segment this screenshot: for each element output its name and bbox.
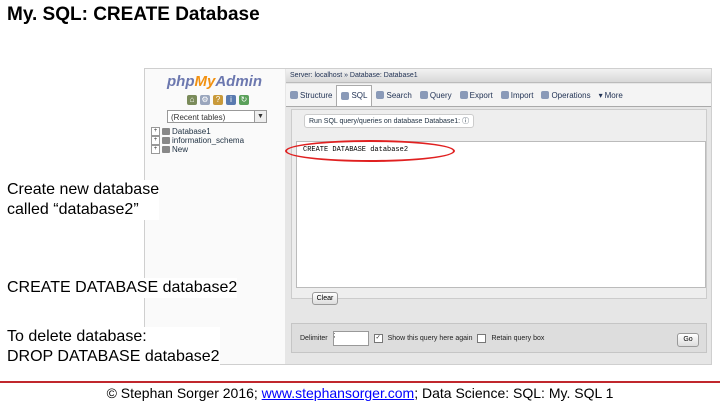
import-icon xyxy=(500,91,509,99)
database-icon xyxy=(162,128,170,135)
tab-more[interactable]: ▾ More xyxy=(595,85,627,105)
main-panel: Server: localhost » Database: Database1 … xyxy=(286,69,711,364)
run-query-label: Run SQL query/queries on database Databa… xyxy=(304,114,475,128)
expand-icon[interactable]: + xyxy=(151,136,160,145)
footer-rule xyxy=(0,381,720,383)
recent-tables-select[interactable]: (Recent tables) ▼ xyxy=(167,110,267,123)
chevron-down-icon: ▾ xyxy=(598,90,603,100)
show-query-label: Show this query here again xyxy=(387,334,473,342)
website-link[interactable]: www.stephansorger.com xyxy=(262,385,415,401)
tab-operations[interactable]: Operations xyxy=(537,85,594,105)
operations-icon xyxy=(541,91,550,99)
tab-export[interactable]: Export xyxy=(456,85,497,105)
highlight-ellipse xyxy=(285,140,455,162)
sql-query-textarea[interactable]: CREATE DATABASE database2 xyxy=(296,141,706,288)
go-button[interactable]: Go xyxy=(677,333,699,347)
nav-toolbar: ⌂ ⚙ ? i ↻ xyxy=(187,95,249,105)
show-query-checkbox[interactable]: ✓ xyxy=(373,333,383,343)
export-icon xyxy=(459,91,468,99)
search-icon xyxy=(376,91,385,99)
sql-icon xyxy=(341,91,350,100)
query-icon xyxy=(419,91,428,99)
tab-menu: Structure SQL Search Query Export Import… xyxy=(286,84,711,107)
help-icon[interactable]: ? xyxy=(213,95,223,105)
slide-title: My. SQL: CREATE Database xyxy=(7,4,260,25)
settings-icon[interactable]: ⚙ xyxy=(200,95,210,105)
docs-icon[interactable]: i xyxy=(226,95,236,105)
delimiter-label: Delimiter xyxy=(300,334,328,342)
footer: © Stephan Sorger 2016; www.stephansorger… xyxy=(106,385,614,401)
expand-icon[interactable]: + xyxy=(151,145,160,154)
navigation-panel: phpMyAdmin ⌂ ⚙ ? i ↻ (Recent tables) ▼ + D… xyxy=(145,69,285,364)
delimiter-input[interactable]: ; xyxy=(332,330,369,346)
tree-item-database1[interactable]: + Database1 xyxy=(151,127,244,136)
breadcrumb[interactable]: Server: localhost » Database: Database1 xyxy=(286,69,711,83)
clear-button[interactable]: Clear xyxy=(312,292,338,305)
help-icon[interactable]: ⓘ xyxy=(462,118,469,125)
chevron-down-icon: ▼ xyxy=(254,111,266,122)
reload-icon[interactable]: ↻ xyxy=(239,95,249,105)
database-icon xyxy=(162,146,170,153)
tab-import[interactable]: Import xyxy=(497,85,538,105)
phpmyadmin-screenshot: phpMyAdmin ⌂ ⚙ ? i ↻ (Recent tables) ▼ + D… xyxy=(144,68,712,365)
retain-query-label: Retain query box xyxy=(491,334,545,342)
tab-search[interactable]: Search xyxy=(372,85,415,105)
tree-item-new[interactable]: + New xyxy=(151,145,244,154)
phpmyadmin-logo[interactable]: phpMyAdmin xyxy=(167,73,262,90)
query-options-bar: Delimiter ; ✓ Show this query here again… xyxy=(291,323,707,353)
expand-icon[interactable]: + xyxy=(151,127,160,136)
database-tree: + Database1 + information_schema + New xyxy=(151,127,244,154)
tree-item-information-schema[interactable]: + information_schema xyxy=(151,136,244,145)
delete-note: To delete database: DROP DATABASE databa… xyxy=(7,327,220,367)
retain-query-checkbox[interactable] xyxy=(477,333,487,343)
tab-structure[interactable]: Structure xyxy=(286,85,336,105)
create-note: Create new database called “database2” xyxy=(7,180,160,220)
home-icon[interactable]: ⌂ xyxy=(187,95,197,105)
tab-query[interactable]: Query xyxy=(416,85,456,105)
tab-sql[interactable]: SQL xyxy=(336,84,373,106)
sql-statement-note: CREATE DATABASE database2 xyxy=(7,278,238,298)
structure-icon xyxy=(290,91,298,99)
database-icon xyxy=(162,137,170,144)
